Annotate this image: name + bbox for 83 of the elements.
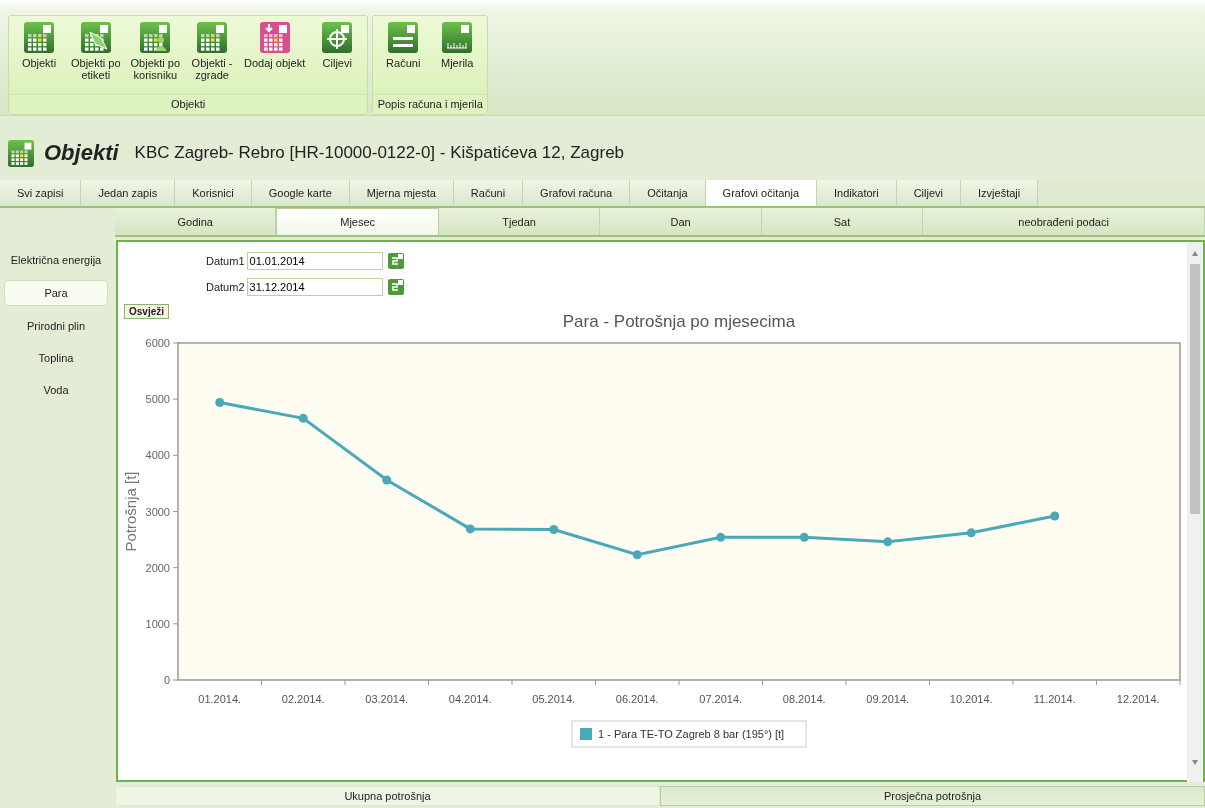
x-tick-label: 10.2014. (949, 693, 993, 705)
y-axis-title: Potrošnja [t] (122, 471, 139, 552)
ribbon-button[interactable]: Dodaj objekt (240, 20, 310, 94)
ribbon-button[interactable]: Objekti po korisniku (126, 20, 185, 94)
ribbon-button[interactable]: Objekti (13, 20, 65, 94)
x-tick-label: 04.2014. (448, 693, 492, 705)
tab[interactable]: Očitanja (630, 180, 706, 206)
x-tick-label: 12.2014. (1116, 693, 1160, 705)
ribbon-button[interactable]: Mjerila (431, 20, 484, 94)
data-point (215, 398, 225, 408)
ruler-icon (442, 22, 473, 53)
data-point (799, 532, 809, 542)
ribbon-group-label: Objekti (9, 94, 368, 114)
sidebar-item[interactable]: Toplina (4, 346, 108, 370)
y-tick-label: 4000 (145, 449, 170, 462)
tab[interactable]: Jedan zapis (81, 180, 176, 206)
tab[interactable]: Mjerna mjesta (349, 180, 454, 206)
bottom-tab[interactable]: Prosječna potrošnja (660, 786, 1205, 806)
ribbon-button[interactable]: Ciljevi (311, 20, 364, 94)
x-tick-label: 02.2014. (281, 693, 325, 705)
sidebar-item[interactable]: Prirodni plin (4, 314, 108, 338)
tab[interactable]: Grafovi očitanja (705, 180, 818, 206)
grid-icon (24, 22, 54, 53)
vertical-scrollbar[interactable] (1187, 242, 1203, 782)
y-tick-label: 3000 (145, 505, 170, 518)
sidebar-item[interactable]: Voda (4, 378, 108, 402)
x-tick-label: 06.2014. (615, 693, 659, 705)
data-point (632, 550, 642, 560)
period-tab[interactable]: Mjesec (276, 208, 439, 235)
tab[interactable]: Google karte (251, 180, 350, 206)
date-field[interactable]: 31.12.2014 (246, 278, 383, 296)
period-tab[interactable]: Godina (115, 208, 277, 235)
y-tick-label: 0 (163, 674, 170, 686)
tag-icon (80, 22, 111, 53)
y-tick-label: 1000 (145, 617, 170, 630)
data-point (883, 537, 893, 547)
data-point (716, 532, 726, 542)
tab[interactable]: Izvještaji (961, 180, 1039, 206)
date-field[interactable]: 01.01.2014 (246, 252, 383, 270)
data-point (549, 524, 559, 534)
ribbon-button[interactable]: Objekti po etiketi (67, 20, 125, 94)
y-tick-label: 2000 (145, 561, 170, 574)
tab[interactable]: Korisnici (175, 180, 252, 206)
ribbon-button[interactable]: Računi (377, 20, 430, 94)
date-label: Datum2 (206, 281, 245, 293)
sidebar-item[interactable]: Para (4, 280, 108, 306)
object-subtitle: KBC Zagreb- Rebro [HR-10000-0122-0] - Kišpatićeva 12, Zagreb (134, 143, 625, 163)
x-tick-label: 11.2014. (1033, 693, 1076, 705)
date-label: Datum1 (206, 255, 245, 267)
person-icon (140, 22, 171, 53)
x-tick-label: 08.2014. (782, 693, 826, 705)
period-tab[interactable]: Dan (600, 208, 762, 235)
tab[interactable]: Svi zapisi (0, 180, 82, 206)
y-tick-label: 6000 (145, 337, 170, 349)
period-tab[interactable]: Tjedan (438, 208, 601, 235)
tab[interactable]: Ciljevi (896, 180, 961, 206)
refresh-button[interactable]: Osvježi (124, 304, 170, 319)
data-point (298, 413, 308, 423)
period-tab[interactable]: neobrađeni podaci (923, 208, 1205, 235)
bottom-tab[interactable]: Ukupna potrošnja (115, 786, 660, 806)
data-point (382, 475, 392, 485)
data-point (465, 524, 475, 534)
grid-icon (8, 139, 34, 167)
legend-label: 1 - Para TE-TO Zagreb 8 bar (195°) [t] (598, 728, 785, 740)
y-tick-label: 5000 (145, 393, 170, 406)
tab[interactable]: Računi (453, 180, 524, 206)
x-tick-label: 09.2014. (866, 693, 910, 705)
x-tick-label: 07.2014. (699, 693, 743, 705)
document-icon (388, 22, 419, 53)
ribbon-button[interactable]: Objekti - zgrade (186, 20, 239, 94)
data-point (1050, 511, 1060, 521)
crosshair-icon (322, 22, 353, 53)
x-tick-label: 03.2014. (365, 693, 409, 705)
tab[interactable]: Indikatori (817, 180, 897, 206)
data-point (966, 528, 976, 538)
page-title: Objekti (44, 140, 119, 166)
chart-title: Para - Potrošnja po mjesecima (562, 312, 796, 331)
x-tick-label: 05.2014. (532, 693, 576, 705)
ribbon-group-label: Popis računa i mjerila (373, 94, 488, 114)
tab[interactable]: Grafovi računa (523, 180, 631, 206)
period-tab[interactable]: Sat (761, 208, 924, 235)
sidebar-item[interactable]: Električna energija (4, 248, 108, 272)
x-tick-label: 01.2014. (198, 693, 242, 705)
